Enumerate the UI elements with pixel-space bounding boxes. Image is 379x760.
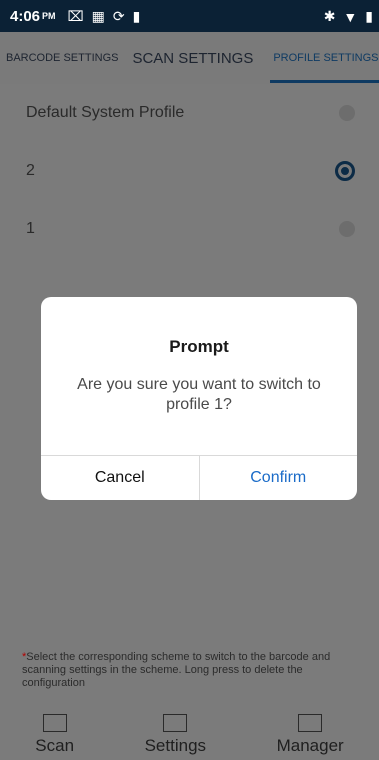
- confirm-button[interactable]: Confirm: [198, 456, 358, 500]
- dialog-message: Are you sure you want to switch to profi…: [77, 376, 321, 413]
- prompt-dialog: Prompt Are you sure you want to switch t…: [41, 297, 357, 500]
- modal-overlay: Prompt Are you sure you want to switch t…: [0, 0, 379, 760]
- cancel-button[interactable]: Cancel: [41, 456, 199, 500]
- dialog-title: Prompt: [169, 337, 229, 356]
- dialog-actions: Cancel Confirm: [41, 455, 357, 500]
